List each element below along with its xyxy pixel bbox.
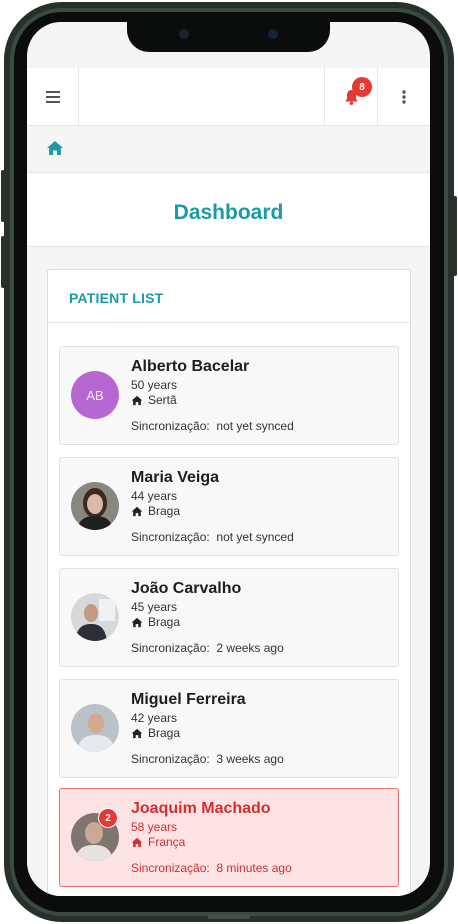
sync-label: Sincronização: [131,861,210,875]
sync-status: Sincronização: not yet synced [131,530,294,544]
sync-status: Sincronização: 3 weeks ago [131,752,284,766]
sync-value: 8 minutes ago [216,861,292,875]
home-icon [131,617,143,627]
avatar: AB [71,371,119,419]
sync-label: Sincronização: [131,641,210,655]
top-bar: 8 [27,68,430,126]
patient-location: Braga [131,726,180,740]
location-text: Braga [148,615,181,629]
avatar [71,482,119,530]
patient-age: 42 years [131,711,178,725]
more-vertical-icon [402,89,406,104]
location-text: Braga [148,504,181,518]
sync-label: Sincronização: [131,419,210,433]
patient-location: Braga [131,615,180,629]
home-icon[interactable] [46,140,64,156]
camera-dot [179,29,189,39]
location-text: Braga [148,726,181,740]
notch [127,22,330,52]
sync-value: not yet synced [216,419,294,433]
home-icon [131,837,143,847]
patient-location: França [131,835,185,849]
breadcrumb [27,126,430,173]
camera-dot [268,29,278,39]
home-icon [131,506,143,516]
patient-age: 50 years [131,378,178,392]
volume-button [1,170,5,222]
sync-value: not yet synced [216,530,294,544]
power-button [453,196,457,276]
patient-card-alert[interactable]: 2 Joaquim Machado 58 years França Sincro… [59,788,399,887]
panel-title: PATIENT LIST [69,290,164,306]
phone-frame: 8 Dashboard PATIENT LIST AB Alberto Bace… [0,0,458,924]
patient-name: Joaquim Machado [131,800,271,817]
avatar [71,593,119,641]
patient-age: 44 years [131,489,178,503]
divider [78,68,79,125]
menu-button[interactable] [27,68,78,125]
patient-card[interactable]: Miguel Ferreira 42 years Braga Sincroniz… [59,679,399,778]
location-text: Sertã [148,393,177,407]
sync-label: Sincronização: [131,752,210,766]
patient-list-panel: PATIENT LIST AB Alberto Bacelar 50 years… [47,269,411,896]
patient-name: Maria Veiga [131,469,220,486]
patient-name: Miguel Ferreira [131,691,246,708]
patient-name: João Carvalho [131,580,242,597]
avatar [71,704,119,752]
home-icon [131,728,143,738]
location-text: França [148,835,186,849]
patient-location: Braga [131,504,180,518]
patient-location: Sertã [131,393,177,407]
page-title: Dashboard [173,201,284,224]
patient-card[interactable]: AB Alberto Bacelar 50 years Sertã Sincro… [59,346,399,445]
home-icon [131,395,143,405]
sync-status: Sincronização: not yet synced [131,419,294,433]
more-options-button[interactable] [378,68,430,125]
sync-status: Sincronização: 2 weeks ago [131,641,284,655]
home-indicator [208,915,250,919]
patient-card[interactable]: João Carvalho 45 years Braga Sincronizaç… [59,568,399,667]
sync-status: Sincronização: 8 minutes ago [131,861,292,875]
patient-age: 45 years [131,600,178,614]
sync-value: 3 weeks ago [216,752,284,766]
volume-button [1,236,5,288]
hamburger-icon [45,90,60,103]
patient-age: 58 years [131,820,178,834]
panel-header: PATIENT LIST [48,270,410,323]
patient-card[interactable]: Maria Veiga 44 years Braga Sincronização… [59,457,399,556]
notifications-button[interactable]: 8 [325,68,377,125]
page-header: Dashboard [27,173,430,247]
sync-label: Sincronização: [131,530,210,544]
notification-count-badge: 8 [352,77,372,97]
alert-count-badge: 2 [98,808,118,828]
sync-value: 2 weeks ago [216,641,284,655]
patient-name: Alberto Bacelar [131,358,250,375]
app-screen: 8 Dashboard PATIENT LIST AB Alberto Bace… [27,22,430,896]
